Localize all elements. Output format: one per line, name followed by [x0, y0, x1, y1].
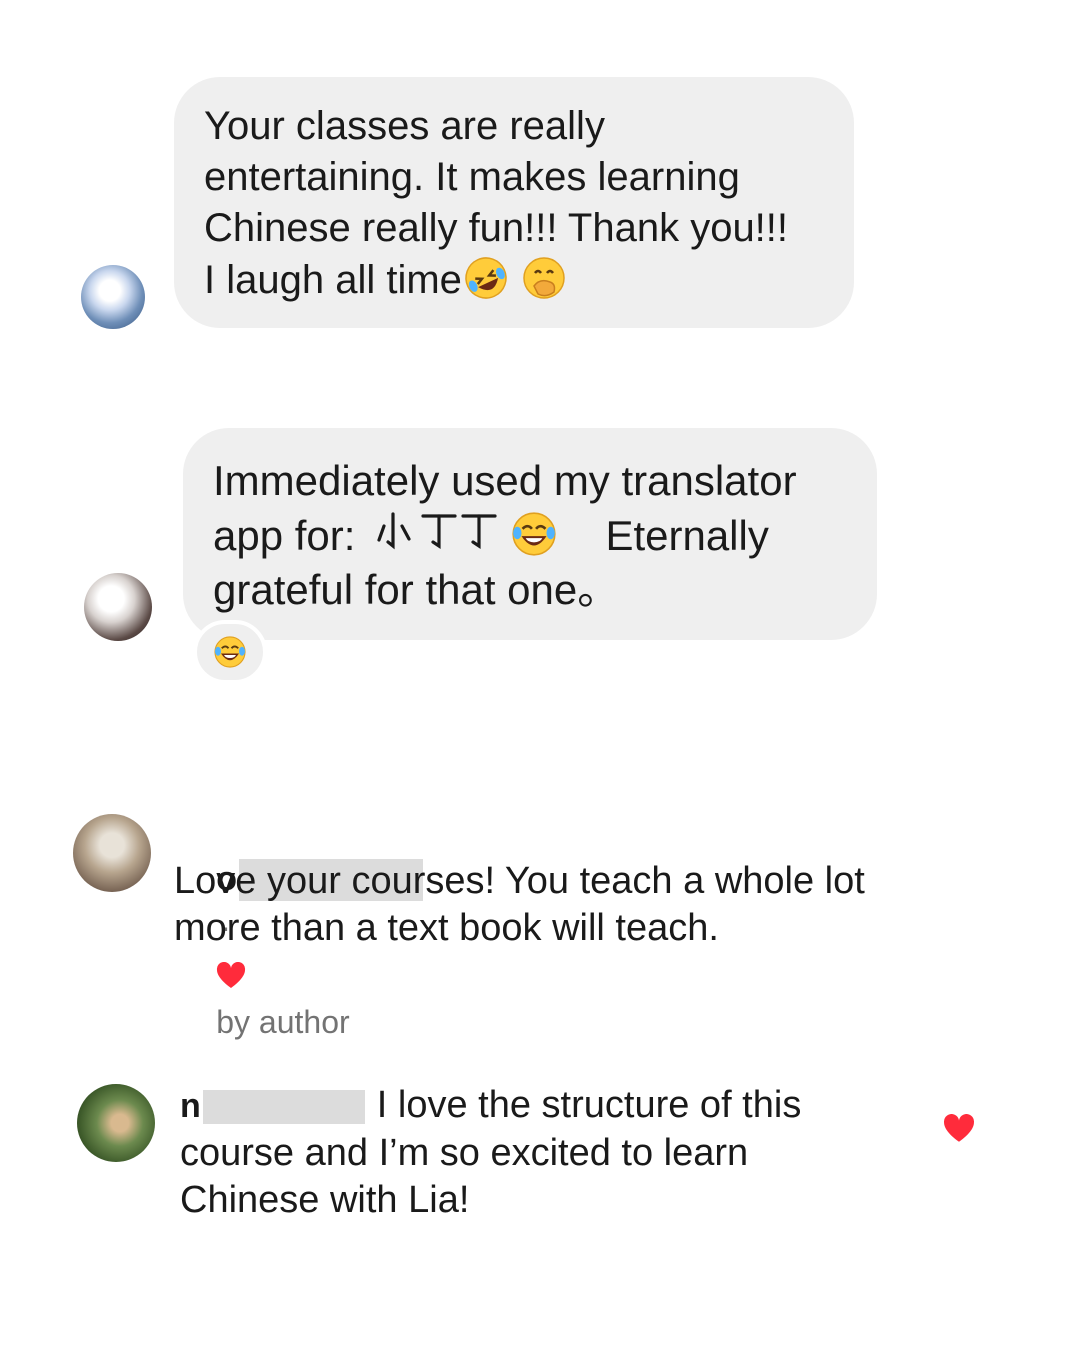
comment-username[interactable]: n: [180, 1087, 201, 1125]
hand-over-mouth-emoji-icon: [523, 257, 565, 299]
avatar[interactable]: [73, 814, 151, 892]
tears-of-joy-emoji-icon: [512, 512, 557, 556]
message-bubble: Your classes are really entertaining. It…: [174, 77, 854, 328]
comment-text: Chinese with Lia!: [180, 1179, 470, 1221]
avatar[interactable]: [81, 265, 145, 329]
heart-icon: [217, 961, 246, 988]
message-text: I laugh all time: [204, 258, 462, 302]
avatar[interactable]: [77, 1084, 155, 1162]
reaction-badge[interactable]: [193, 620, 267, 684]
rolling-laughing-emoji-icon: [465, 257, 507, 299]
tears-of-joy-reaction-icon: [214, 636, 246, 668]
comment-text: I love the structure of this: [376, 1084, 802, 1126]
message-bubble: Immediately used my translator app for: E…: [183, 428, 877, 640]
message-text: Your classes are really: [204, 104, 605, 148]
author-badge: by author: [216, 1004, 350, 1040]
message-text: app for:: [213, 512, 356, 559]
message-text: Chinese really fun!!! Thank you!!!: [204, 206, 789, 250]
message-text: Immediately used my translator: [213, 457, 797, 504]
comment-text: Love your courses! You teach a whole lot: [174, 860, 865, 902]
like-heart-icon[interactable]: [943, 1114, 975, 1144]
redacted-username: [202, 1089, 365, 1124]
message-text: Eternally: [605, 512, 769, 559]
comment-text: more than a text book will teach.: [174, 907, 719, 949]
message-text: entertaining. It makes learning: [204, 155, 740, 199]
comment-text: course and I’m so excited to learn: [180, 1132, 749, 1174]
chinese-text: [375, 508, 503, 554]
comment: n I love the structure of this course and…: [180, 1082, 801, 1224]
avatar[interactable]: [84, 573, 152, 641]
comment: o · by author Love your courses! You tea…: [174, 808, 865, 1040]
message-text: grateful for that one。: [213, 566, 620, 613]
